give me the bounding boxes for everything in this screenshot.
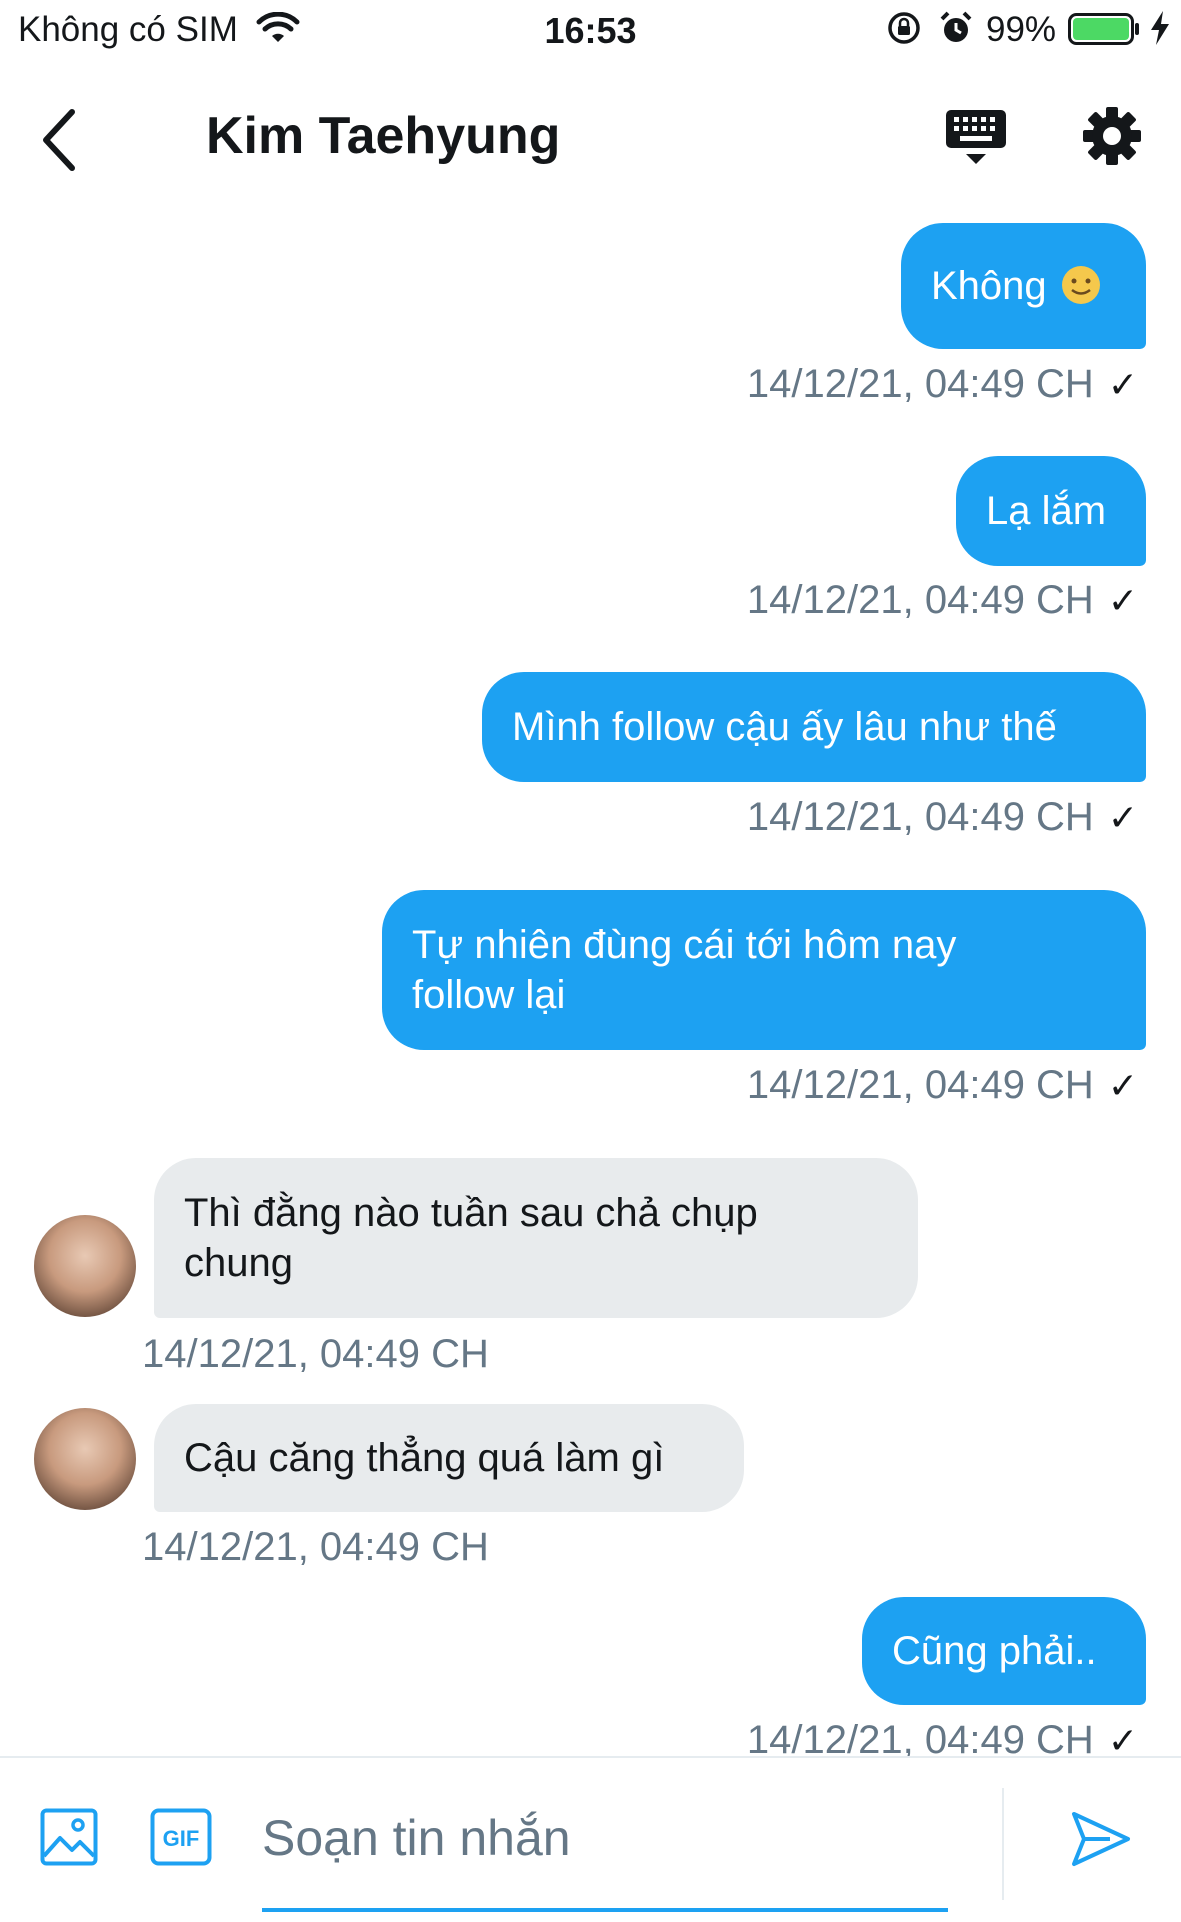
read-check-icon: ✓ — [1107, 364, 1138, 405]
outgoing-message[interactable]: Tự nhiên đùng cái tới hôm nay follow lại — [382, 890, 1146, 1050]
message-text: Mình follow cậu ấy lâu như thế — [512, 705, 1057, 749]
avatar[interactable] — [34, 1408, 136, 1510]
message-composer: GIF — [0, 1756, 1181, 1922]
timestamp-text: 14/12/21, 04:49 CH — [142, 1525, 489, 1569]
message-text-line: follow lại — [412, 973, 566, 1017]
charging-bolt-icon — [1151, 11, 1169, 45]
outgoing-message[interactable]: Mình follow cậu ấy lâu như thế — [482, 672, 1146, 782]
input-underline — [262, 1908, 948, 1912]
timestamp-text: 14/12/21, 04:49 CH — [746, 578, 1094, 622]
gif-label: GIF — [163, 1826, 200, 1851]
status-bar: Không có SIM 16:53 99% — [0, 0, 1181, 62]
battery-icon — [1068, 13, 1139, 45]
message-timestamp: 14/12/21, 04:49 CH ✓ — [747, 362, 1138, 407]
message-text: Cũng phải.. — [892, 1629, 1097, 1673]
message-timestamp: 14/12/21, 04:49 CH ✓ — [747, 1063, 1138, 1108]
slight-smile-emoji — [1061, 266, 1100, 304]
outgoing-message[interactable]: Lạ lắm — [956, 456, 1146, 566]
message-text: Lạ lắm — [986, 489, 1107, 533]
incoming-message[interactable]: Thì đằng nào tuần sau chả chụp chung — [154, 1158, 918, 1318]
keyboard-icon[interactable] — [944, 106, 1008, 170]
avatar[interactable] — [34, 1215, 136, 1317]
message-timestamp: 14/12/21, 04:49 CH — [142, 1332, 489, 1377]
read-check-icon: ✓ — [1107, 580, 1138, 621]
message-timestamp: 14/12/21, 04:49 CH ✓ — [747, 578, 1138, 623]
gif-button[interactable]: GIF — [150, 1808, 212, 1866]
chat-header: Kim Taehyung — [0, 62, 1181, 212]
conversation-title: Kim Taehyung — [206, 107, 561, 165]
image-icon[interactable] — [40, 1808, 98, 1866]
message-text-line: Tự nhiên đùng cái tới hôm nay — [412, 923, 957, 967]
message-text: Cậu căng thẳng quá làm gì — [184, 1436, 665, 1480]
outgoing-message[interactable]: Không — [901, 223, 1146, 349]
message-input[interactable] — [262, 1798, 948, 1878]
back-button[interactable] — [36, 104, 88, 176]
send-icon[interactable] — [1070, 1808, 1132, 1870]
read-check-icon: ✓ — [1107, 797, 1138, 838]
gear-icon[interactable] — [1082, 106, 1142, 166]
message-text-line: Thì đằng nào tuần sau chả chụp — [184, 1191, 758, 1235]
timestamp-text: 14/12/21, 04:49 CH — [746, 362, 1094, 406]
battery-percent: 99% — [986, 10, 1057, 49]
message-text: Không — [931, 264, 1047, 308]
rotation-lock-icon — [888, 12, 920, 44]
timestamp-text: 14/12/21, 04:49 CH — [746, 1063, 1094, 1107]
message-timestamp: 14/12/21, 04:49 CH — [142, 1525, 489, 1570]
message-text-row: Không — [931, 261, 1116, 311]
divider — [1002, 1788, 1004, 1900]
message-text-line: chung — [184, 1241, 293, 1285]
read-check-icon: ✓ — [1107, 1065, 1138, 1106]
message-timestamp: 14/12/21, 04:49 CH ✓ — [747, 795, 1138, 840]
timestamp-text: 14/12/21, 04:49 CH — [142, 1332, 489, 1376]
incoming-message[interactable]: Cậu căng thẳng quá làm gì — [154, 1404, 744, 1512]
timestamp-text: 14/12/21, 04:49 CH — [746, 795, 1094, 839]
outgoing-message[interactable]: Cũng phải.. — [862, 1597, 1146, 1705]
alarm-icon — [940, 11, 972, 42]
